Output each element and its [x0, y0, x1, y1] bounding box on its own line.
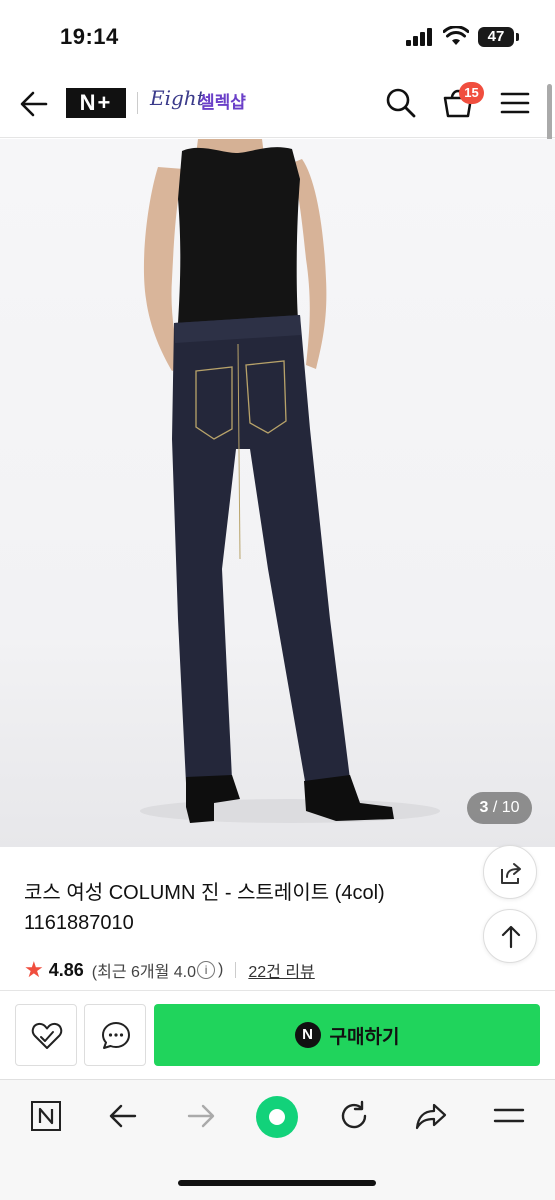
back-arrow-icon[interactable] [18, 89, 50, 119]
share-button[interactable] [483, 845, 537, 899]
recent-rating-close: ) [218, 961, 224, 978]
wishlist-button[interactable] [15, 1004, 77, 1066]
status-bar: 19:14 47 [0, 0, 555, 72]
app-header: N+ Eight 셀렉샵 15 [0, 72, 555, 138]
product-image[interactable] [0, 139, 555, 847]
home-indicator [178, 1180, 376, 1186]
review-count-link[interactable]: 22건 리뷰 [248, 958, 314, 982]
purchase-action-bar: N 구매하기 [0, 991, 555, 1079]
naver-pay-logo: N [294, 1022, 321, 1048]
cellular-signal-icon [406, 28, 432, 46]
browser-menu-icon[interactable] [493, 1107, 525, 1125]
home-icon[interactable] [256, 1096, 298, 1138]
hamburger-menu-icon[interactable] [500, 91, 530, 115]
brand-script-logo[interactable]: Eight [150, 86, 205, 110]
recent-rating: (최근 6개월 4.0 [91, 964, 197, 981]
rating-row: ★ 4.86 (최근 6개월 4.0 i ) 22건 리뷰 [24, 957, 315, 982]
image-counter-separator: / [488, 799, 502, 816]
chat-bubble-icon [102, 1022, 130, 1049]
arrow-up-icon [501, 925, 521, 949]
rating-score: 4.86 [48, 959, 84, 980]
talk-chat-button[interactable] [84, 1004, 146, 1066]
brand-korean-label[interactable]: 셀렉샵 [199, 88, 246, 113]
share-icon [501, 863, 521, 884]
heart-icon [31, 1022, 63, 1049]
browser-back-icon[interactable] [108, 1102, 138, 1130]
product-photo-illustration [140, 139, 440, 823]
buy-button-label: 구매하기 [329, 1026, 400, 1048]
battery-nub [516, 33, 519, 41]
image-counter-total: 10 [501, 799, 520, 816]
nplus-logo[interactable]: N+ [66, 88, 126, 118]
product-id: 1161887010 [24, 912, 134, 934]
product-title: 코스 여성 COLUMN 진 - 스트레이트 (4col) [24, 882, 385, 904]
buy-button[interactable]: N 구매하기 [154, 1004, 540, 1066]
wifi-icon [443, 26, 469, 45]
browser-share-icon[interactable] [414, 1101, 448, 1131]
battery-indicator: 47 [478, 27, 514, 47]
browser-forward-icon[interactable] [186, 1102, 216, 1130]
status-time: 19:14 [60, 24, 119, 49]
cart-count-badge: 15 [459, 82, 484, 104]
header-divider [137, 92, 138, 114]
scroll-to-top-button[interactable] [483, 909, 537, 963]
rating-divider [235, 962, 237, 978]
n-tab-icon[interactable] [30, 1100, 62, 1132]
reload-icon[interactable] [338, 1100, 370, 1132]
rating-star-icon: ★ [24, 957, 44, 982]
image-counter: 3 / 10 [467, 792, 532, 824]
info-icon[interactable]: i [197, 961, 216, 979]
search-icon[interactable] [385, 87, 417, 119]
